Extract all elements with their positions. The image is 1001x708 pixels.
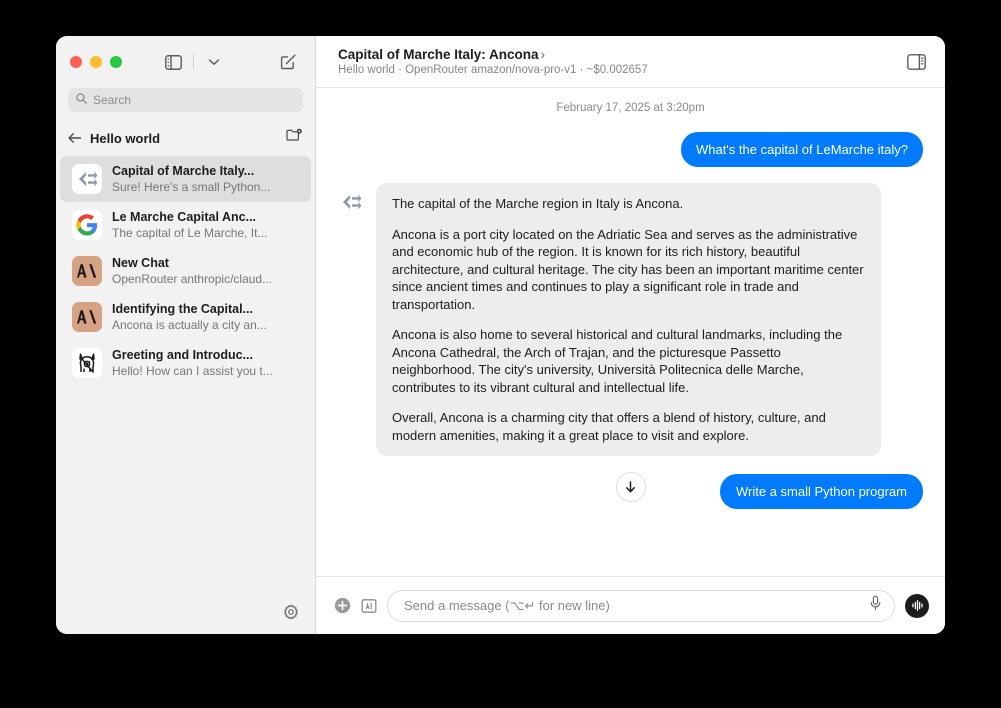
- list-item-text: Le Marche Capital Anc... The capital of …: [112, 209, 299, 241]
- list-item[interactable]: New Chat OpenRouter anthropic/claud...: [60, 248, 311, 294]
- message-input-placeholder: Send a message (⌥↵ for new line): [404, 597, 610, 613]
- plus-circle-icon[interactable]: [334, 597, 351, 614]
- sidebar-footer: [56, 594, 315, 634]
- list-item-title: Capital of Marche Italy...: [112, 164, 255, 178]
- compose-icon[interactable]: [275, 49, 301, 75]
- toolbar-divider: [193, 54, 194, 70]
- list-item-subtitle: Sure! Here's a small Python...: [112, 180, 271, 194]
- chat-list: Capital of Marche Italy... Sure! Here's …: [56, 154, 315, 594]
- close-button[interactable]: [70, 56, 82, 68]
- list-item-text: New Chat OpenRouter anthropic/claud...: [112, 255, 299, 287]
- list-item-subtitle: OpenRouter anthropic/claud...: [112, 272, 273, 286]
- thread-timestamp: February 17, 2025 at 3:20pm: [556, 102, 705, 114]
- list-item-subtitle: Hello! How can I assist you t...: [112, 364, 273, 378]
- nova-icon: [72, 164, 102, 194]
- message-thread: February 17, 2025 at 3:20pm What's the c…: [316, 88, 945, 576]
- list-item-title: New Chat: [112, 256, 169, 270]
- list-item[interactable]: Capital of Marche Italy... Sure! Here's …: [60, 156, 311, 202]
- list-item-subtitle: Ancona is actually a city an...: [112, 318, 267, 332]
- header-subtitle: Hello world · OpenRouter amazon/nova-pro…: [338, 63, 648, 76]
- zoom-button[interactable]: [110, 56, 122, 68]
- user-message-row: What's the capital of LeMarche italy?: [338, 132, 923, 167]
- scroll-to-bottom-row: [338, 472, 923, 502]
- sidebar: Search Hello world Capital of Marche Ita…: [56, 36, 316, 634]
- search-container: Search: [56, 88, 315, 120]
- message-composer: Send a message (⌥↵ for new line): [316, 576, 945, 634]
- text-image-icon[interactable]: [361, 598, 377, 614]
- list-item-text: Identifying the Capital... Ancona is act…: [112, 301, 299, 333]
- traffic-lights: [70, 56, 122, 68]
- page-title[interactable]: Capital of Marche Italy: Ancona ›: [338, 46, 903, 63]
- main-header: Capital of Marche Italy: Ancona › Hello w…: [316, 36, 945, 88]
- google-icon: [72, 210, 102, 240]
- microphone-icon[interactable]: [869, 595, 882, 616]
- user-message-bubble: What's the capital of LeMarche italy?: [680, 132, 923, 167]
- assistant-paragraph: Overall, Ancona is a charming city that …: [392, 410, 826, 443]
- sidebar-toolbar: [160, 49, 227, 75]
- anthropic-icon: [72, 256, 102, 286]
- assistant-message-bubble: The capital of the Marche region in Ital…: [376, 183, 881, 456]
- list-item-text: Greeting and Introduc... Hello! How can …: [112, 347, 299, 379]
- waveform-icon[interactable]: [905, 593, 929, 618]
- message-input[interactable]: Send a message (⌥↵ for new line): [387, 589, 895, 622]
- list-item-subtitle: The capital of Le Marche, It...: [112, 226, 268, 240]
- chevron-down-icon[interactable]: [201, 49, 227, 75]
- list-item[interactable]: Identifying the Capital... Ancona is act…: [60, 294, 311, 340]
- chevron-right-icon: ›: [540, 46, 546, 62]
- assistant-paragraph: Ancona is also home to several historica…: [392, 327, 843, 395]
- minimize-button[interactable]: [90, 56, 102, 68]
- main-panel: Capital of Marche Italy: Ancona › Hello w…: [316, 36, 945, 634]
- list-item[interactable]: Le Marche Capital Anc... The capital of …: [60, 202, 311, 248]
- header-text: Capital of Marche Italy: Ancona › Hello w…: [338, 46, 903, 78]
- scroll-down-icon[interactable]: [615, 472, 646, 502]
- gear-icon[interactable]: [283, 604, 299, 625]
- list-item-title: Greeting and Introduc...: [112, 348, 253, 362]
- nova-icon: [338, 189, 364, 215]
- llama-icon: [72, 348, 102, 378]
- assistant-message-row: The capital of the Marche region in Ital…: [338, 183, 923, 456]
- list-item-title: Le Marche Capital Anc...: [112, 210, 257, 224]
- inspector-panel-icon[interactable]: [903, 49, 929, 75]
- folder-breadcrumb: Hello world: [56, 120, 315, 154]
- folder-name: Hello world: [90, 130, 161, 146]
- assistant-paragraph: The capital of the Marche region in Ital…: [392, 196, 684, 211]
- anthropic-icon: [72, 302, 102, 332]
- search-placeholder: Search: [93, 93, 132, 107]
- app-window: Search Hello world Capital of Marche Ita…: [56, 36, 945, 634]
- list-item-text: Capital of Marche Italy... Sure! Here's …: [112, 163, 299, 195]
- assistant-paragraph: Ancona is a port city located on the Adr…: [392, 226, 864, 312]
- search-input[interactable]: Search: [68, 88, 303, 112]
- list-item[interactable]: Greeting and Introduc... Hello! How can …: [60, 340, 311, 386]
- search-icon: [76, 91, 87, 109]
- sidebar-toggle-icon[interactable]: [160, 49, 186, 75]
- back-arrow-icon[interactable]: [68, 132, 82, 144]
- folder-gear-icon[interactable]: [286, 128, 303, 148]
- list-item-title: Identifying the Capital...: [112, 302, 253, 316]
- sidebar-titlebar: [56, 36, 315, 88]
- page-title-text: Capital of Marche Italy: Ancona: [338, 46, 539, 62]
